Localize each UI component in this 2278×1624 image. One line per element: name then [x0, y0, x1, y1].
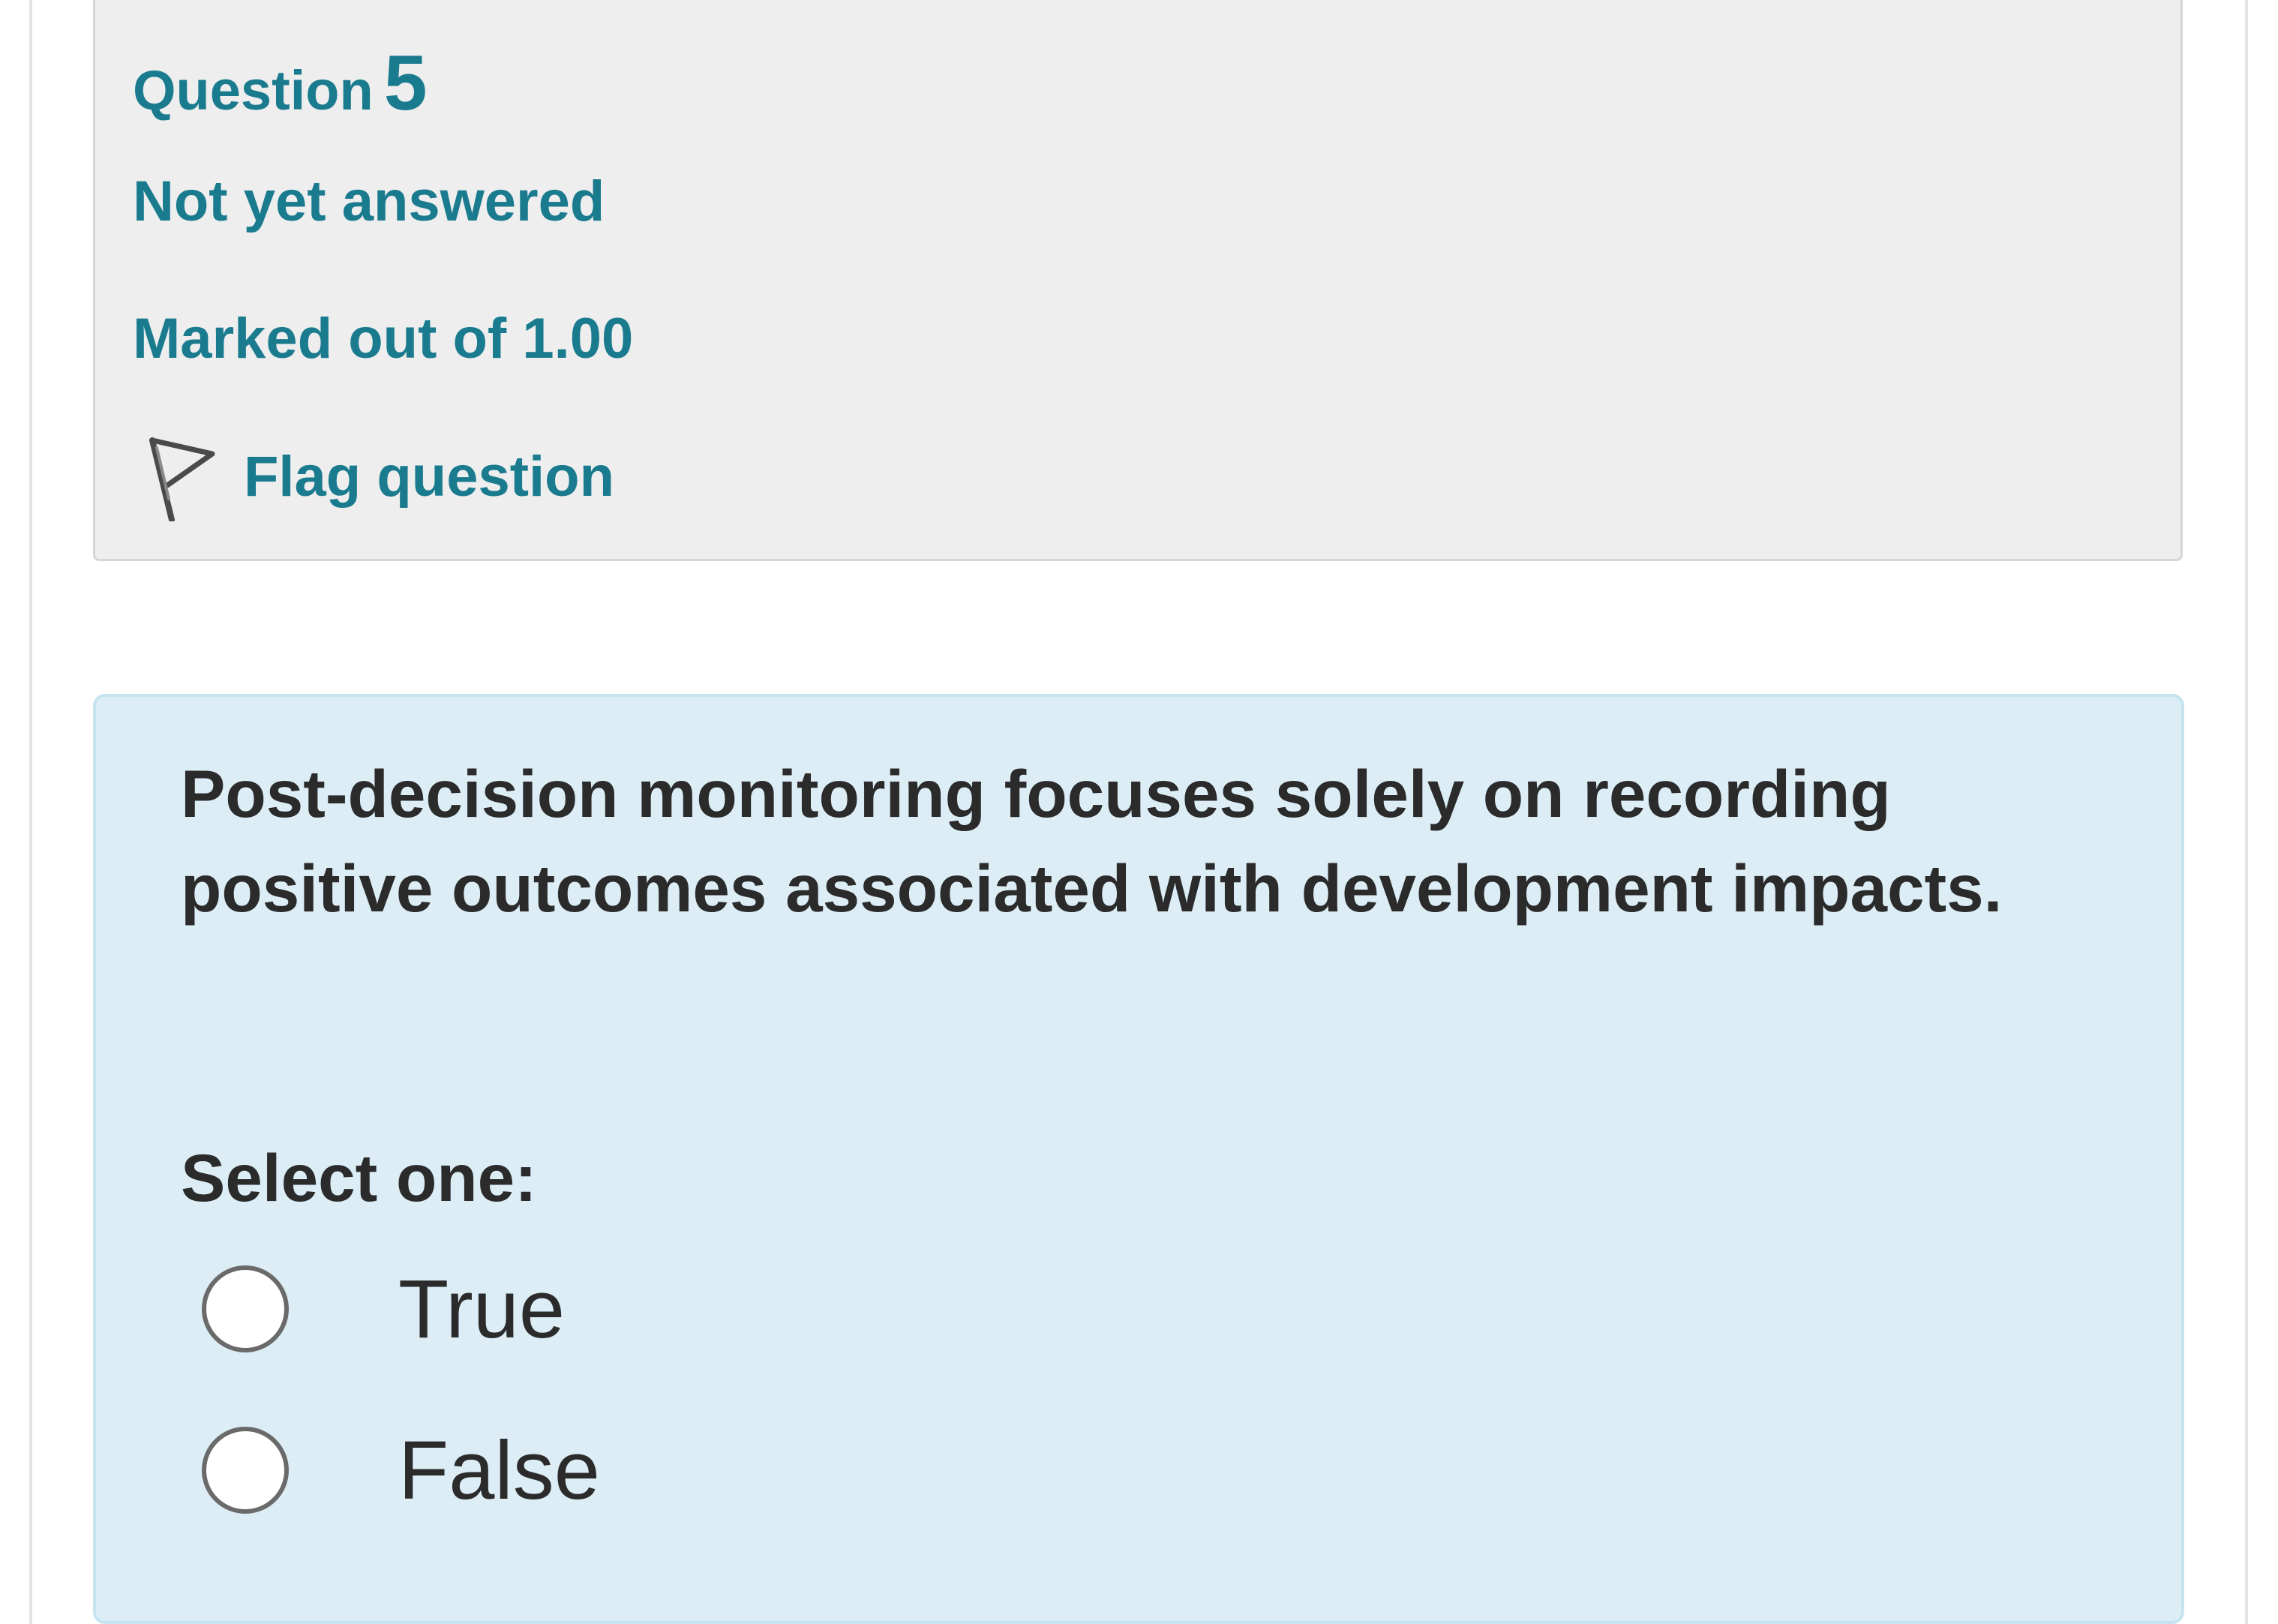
answer-option-false[interactable]: False [202, 1421, 600, 1519]
flag-outline-icon [149, 437, 215, 521]
right-page-border [2245, 0, 2248, 1624]
question-number-heading: Question 5 [133, 39, 428, 128]
radio-button-false[interactable] [202, 1427, 289, 1514]
answer-label-false[interactable]: False [398, 1423, 600, 1518]
question-grade: Marked out of 1.00 [133, 307, 634, 371]
question-number: 5 [383, 40, 428, 127]
answer-label-true[interactable]: True [398, 1262, 565, 1357]
quiz-page: Question 5 Not yet answered Marked out of… [0, 0, 2278, 1624]
flag-question-label: Flag question [244, 444, 614, 509]
answer-prompt: Select one: [181, 1140, 537, 1215]
radio-button-true[interactable] [202, 1265, 289, 1352]
question-text: Post-decision monitoring focuses solely … [181, 756, 2003, 926]
flag-question-link[interactable]: Flag question [139, 431, 614, 521]
answer-option-true[interactable]: True [202, 1260, 565, 1358]
question-label: Question [133, 59, 374, 122]
left-page-border [29, 0, 32, 1624]
question-state: Not yet answered [133, 170, 605, 233]
